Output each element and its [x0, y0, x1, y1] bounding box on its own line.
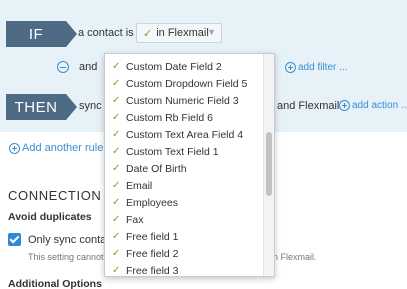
contact-is-label: a contact is — [78, 27, 134, 39]
remove-filter-icon[interactable] — [57, 61, 69, 73]
check-icon: ✓ — [112, 163, 121, 174]
avoid-duplicates-label: Avoid duplicates — [8, 211, 92, 223]
add-rule-link[interactable]: Add another rule ... — [22, 142, 116, 154]
check-icon: ✓ — [112, 78, 121, 89]
add-filter-icon[interactable] — [285, 62, 296, 73]
check-icon: ✓ — [112, 197, 121, 208]
dropdown-scrollbar-thumb[interactable] — [266, 132, 272, 196]
dropdown-item[interactable]: ✓ Free field 3 — [105, 262, 265, 277]
dropdown-item[interactable]: ✓ Custom Rb Field 6 — [105, 109, 265, 126]
add-filter-link[interactable]: add filter ... — [298, 62, 347, 73]
dropdown-item-label: Custom Rb Field 6 — [126, 111, 213, 124]
condition-select[interactable]: ✓ in Flexmail ▼ — [136, 23, 222, 43]
dropdown-item[interactable]: ✓ Custom Dropdown Field 5 — [105, 75, 265, 92]
check-icon: ✓ — [112, 248, 121, 259]
only-sync-checkbox[interactable] — [8, 233, 21, 246]
add-action-link[interactable]: add action ... — [352, 100, 407, 111]
additional-options-label: Additional Options — [8, 278, 102, 289]
check-icon: ✓ — [112, 214, 121, 225]
dropdown-item-label: Custom Date Field 2 — [126, 60, 222, 73]
condition-value: in Flexmail — [156, 27, 209, 39]
dropdown-item[interactable]: ✓ Free field 1 — [105, 228, 265, 245]
field-dropdown[interactable]: ✓ Custom Date Field 2 ✓ Custom Dropdown Fie… — [104, 53, 275, 277]
dropdown-item[interactable]: ✓ Custom Text Area Field 4 — [105, 126, 265, 143]
dropdown-item[interactable]: ✓ Fax — [105, 211, 265, 228]
add-rule-icon[interactable] — [9, 143, 20, 154]
dropdown-item-label: Custom Dropdown Field 5 — [126, 77, 248, 90]
dropdown-scrollbar[interactable] — [263, 54, 274, 276]
dropdown-item-label: Email — [126, 179, 153, 192]
check-icon: ✓ — [112, 231, 121, 242]
dropdown-item[interactable]: ✓ Email — [105, 177, 265, 194]
check-icon: ✓ — [112, 146, 121, 157]
field-dropdown-list: ✓ Custom Date Field 2 ✓ Custom Dropdown Fie… — [105, 58, 265, 277]
dropdown-item-label: Free field 2 — [126, 247, 179, 260]
dropdown-item[interactable]: ✓ Employees — [105, 194, 265, 211]
dropdown-item[interactable]: ✓ Custom Numeric Field 3 — [105, 92, 265, 109]
check-icon: ✓ — [112, 95, 121, 106]
dropdown-item[interactable]: ✓ Free field 2 — [105, 245, 265, 262]
check-icon: ✓ — [112, 129, 121, 140]
check-icon: ✓ — [112, 112, 121, 123]
dropdown-item[interactable]: ✓ Custom Text Field 1 — [105, 143, 265, 160]
dropdown-item[interactable]: ✓ Date Of Birth — [105, 160, 265, 177]
then-tag: THEN — [6, 94, 77, 120]
dropdown-item-label: Custom Numeric Field 3 — [126, 94, 239, 107]
dropdown-item-label: Employees — [126, 196, 178, 209]
connection-heading: CONNECTION — [8, 188, 102, 203]
chevron-down-icon: ▼ — [207, 27, 216, 37]
setting-note-left: This setting cannot — [28, 252, 104, 262]
setting-note-right: n Flexmail. — [273, 252, 317, 262]
check-icon: ✓ — [112, 265, 121, 276]
dropdown-item-label: Date Of Birth — [126, 162, 187, 175]
dropdown-item-label: Free field 1 — [126, 230, 179, 243]
dropdown-item-label: Custom Text Field 1 — [126, 145, 219, 158]
sync-rule-editor: IF a contact is ✓ in Flexmail ▼ and add … — [0, 0, 407, 289]
only-sync-label: Only sync contac — [28, 234, 112, 246]
check-icon: ✓ — [112, 180, 121, 191]
and-flexmail-label: and Flexmail — [277, 100, 340, 112]
dropdown-item-label: Free field 3 — [126, 264, 179, 277]
dropdown-item[interactable]: ✓ Custom Date Field 2 — [105, 58, 265, 75]
and-label: and — [79, 61, 98, 73]
check-icon: ✓ — [112, 61, 121, 72]
check-icon: ✓ — [143, 27, 153, 40]
dropdown-item-label: Custom Text Area Field 4 — [126, 128, 244, 141]
if-tag: IF — [6, 21, 77, 47]
dropdown-item-label: Fax — [126, 213, 144, 226]
add-action-icon[interactable] — [339, 100, 350, 111]
